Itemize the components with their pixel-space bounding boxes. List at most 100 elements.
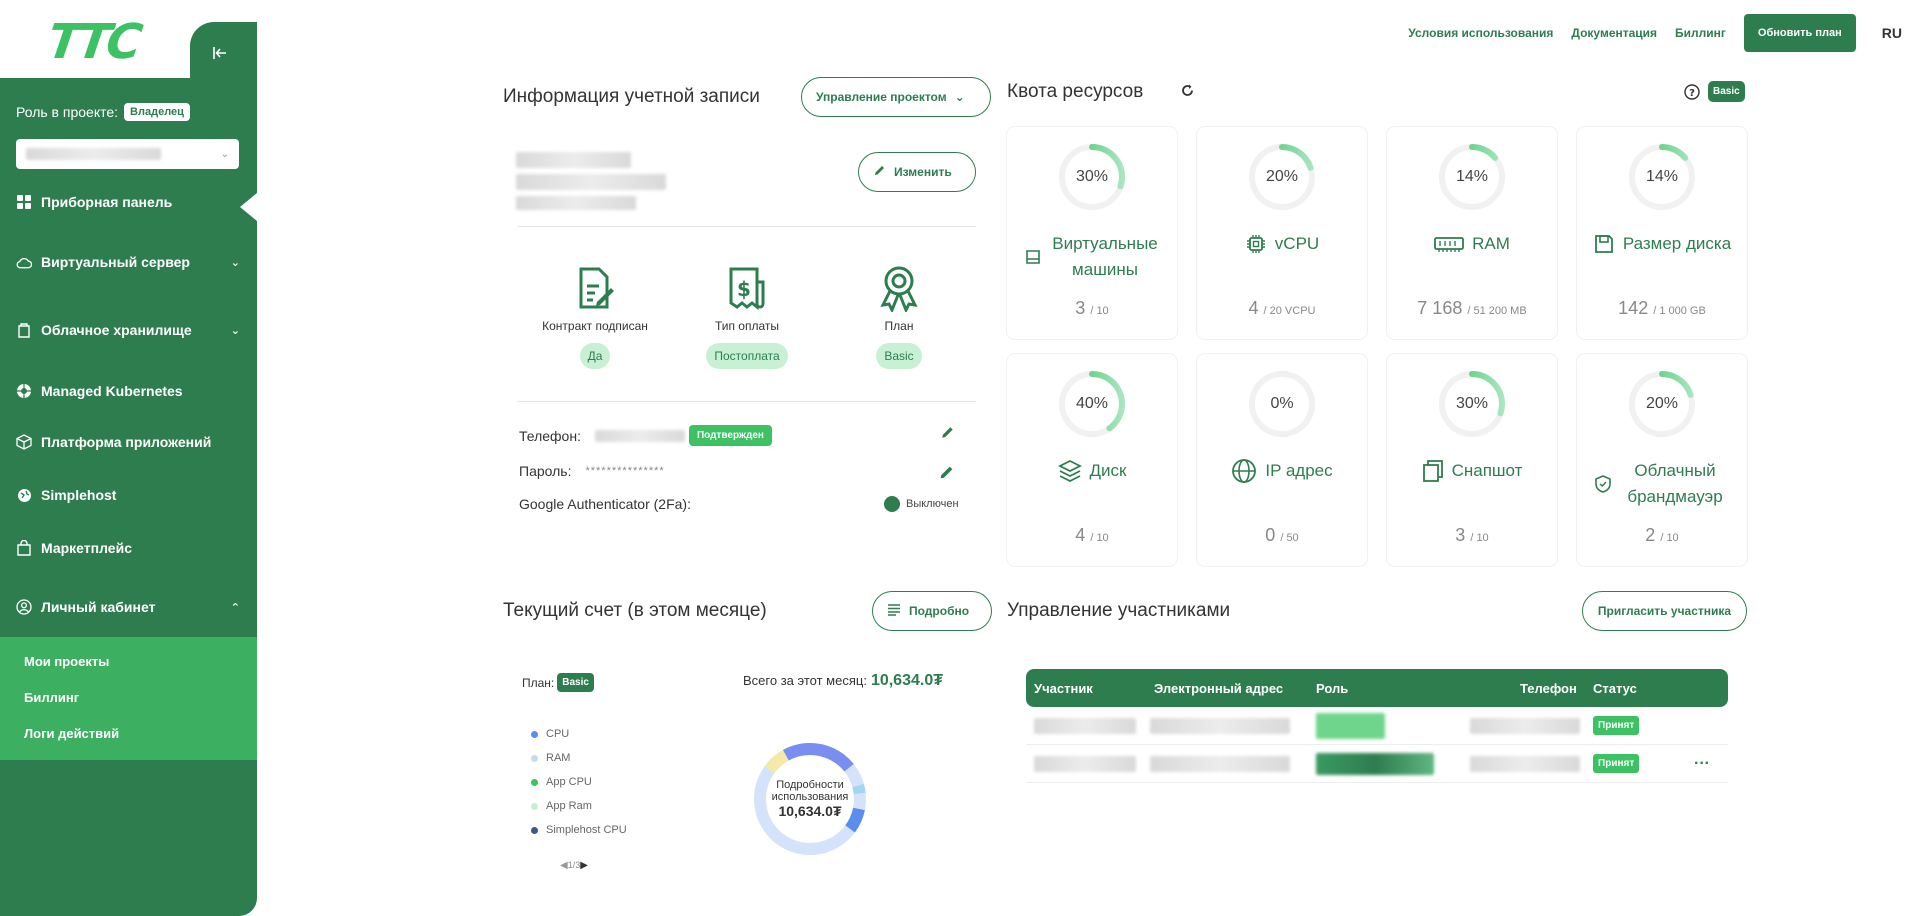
plan-value: Basic bbox=[876, 343, 922, 369]
table-row[interactable]: Принят ··· bbox=[1026, 745, 1728, 783]
sidebar-item-label: Виртуальный сервер bbox=[41, 254, 190, 270]
col-status[interactable]: Статус bbox=[1593, 681, 1637, 696]
quota-card: 30% Виртуальные машины 3 / 10 bbox=[1007, 127, 1177, 339]
email-redacted bbox=[1150, 717, 1290, 734]
chevron-up-icon: ⌃ bbox=[230, 601, 240, 614]
col-email[interactable]: Электронный адрес bbox=[1154, 681, 1283, 696]
quota-used: 0 bbox=[1265, 525, 1276, 545]
quota-count: 3 / 10 bbox=[1387, 525, 1557, 546]
sidebar-item-cloud-storage[interactable]: Облачное хранилище ⌄ bbox=[16, 322, 240, 338]
phone-verified-badge: Подтвержден bbox=[688, 425, 772, 446]
terms-link[interactable]: Условия использования bbox=[1408, 26, 1553, 40]
quota-name-label: Размер диска bbox=[1622, 234, 1732, 253]
sidebar-item-marketplace[interactable]: Маркетплейс bbox=[16, 540, 240, 556]
quota-count: 7 168 / 51 200 MB bbox=[1387, 298, 1557, 319]
sidebar-item-label: Личный кабинет bbox=[41, 599, 156, 615]
submenu-billing[interactable]: Биллинг bbox=[24, 690, 79, 705]
quota-total: / 10 bbox=[1470, 532, 1489, 544]
quota-percent: 14% bbox=[1645, 168, 1679, 185]
sidebar: TTC Роль в проекте: Владелец ⌄ Приборная… bbox=[0, 0, 257, 916]
twofa-toggle[interactable]: Выключен bbox=[884, 496, 959, 512]
legend-item[interactable]: Simplehost CPU bbox=[531, 818, 627, 842]
sidebar-item-personal-cabinet[interactable]: Личный кабинет ⌃ bbox=[16, 599, 240, 615]
sidebar-item-app-platform[interactable]: Платформа приложений bbox=[16, 434, 240, 450]
table-row[interactable]: Принят bbox=[1026, 707, 1728, 745]
status-badge: Принят bbox=[1593, 716, 1640, 735]
quota-title: Квота ресурсов bbox=[1007, 81, 1144, 102]
account-info-title: Информация учетной записи bbox=[503, 86, 760, 107]
quota-total: / 10 bbox=[1090, 532, 1109, 544]
submenu-my-projects[interactable]: Мои проекты bbox=[24, 654, 109, 669]
password-label: Пароль: bbox=[519, 463, 572, 479]
language-switcher[interactable]: RU bbox=[1882, 25, 1902, 41]
docs-link[interactable]: Документация bbox=[1571, 26, 1657, 40]
upgrade-plan-button[interactable]: Обновить план bbox=[1743, 14, 1856, 52]
col-phone[interactable]: Телефон bbox=[1520, 681, 1577, 696]
layers-icon bbox=[1057, 459, 1082, 483]
edit-phone-icon[interactable] bbox=[940, 425, 955, 445]
storage-icon bbox=[16, 322, 32, 338]
more-actions-icon[interactable]: ··· bbox=[1694, 755, 1710, 773]
help-icon[interactable]: ? bbox=[1684, 84, 1700, 105]
vm-icon bbox=[1024, 248, 1042, 266]
globe-icon bbox=[16, 487, 32, 503]
list-icon bbox=[887, 603, 901, 619]
invite-member-button[interactable]: Пригласить участника bbox=[1582, 591, 1747, 631]
bill-details-button[interactable]: Подробно bbox=[872, 591, 992, 631]
manage-project-button[interactable]: Управление проектом ⌄ bbox=[801, 77, 991, 117]
sidebar-item-kubernetes[interactable]: Managed Kubernetes bbox=[16, 383, 240, 399]
quota-name-label: IP адрес bbox=[1265, 461, 1333, 481]
legend-pager[interactable]: ◀1/3▶ bbox=[560, 860, 588, 871]
sidebar-item-dashboard[interactable]: Приборная панель bbox=[16, 194, 240, 210]
quota-card: 20% Облачный брандмауэр 2 / 10 bbox=[1577, 354, 1747, 566]
twofa-label: Google Authenticator (2Fa): bbox=[519, 496, 691, 512]
sidebar-item-virtual-server[interactable]: Виртуальный сервер ⌄ bbox=[16, 254, 240, 270]
billing-link[interactable]: Биллинг bbox=[1675, 26, 1726, 40]
sidebar-item-label: Платформа приложений bbox=[41, 434, 212, 450]
usage-donut-chart[interactable]: Подробности использования 10,634.0₮ bbox=[749, 738, 871, 860]
legend-label: App CPU bbox=[546, 776, 592, 788]
quota-total: / 50 bbox=[1280, 532, 1299, 544]
edit-password-icon[interactable] bbox=[938, 464, 955, 486]
legend-item[interactable]: App CPU bbox=[531, 770, 627, 794]
brand-logo[interactable]: TTC bbox=[44, 14, 142, 70]
quota-card: 20% vCPU 4 / 20 VCPU bbox=[1197, 127, 1367, 339]
bill-plan-label: План: bbox=[522, 675, 555, 690]
refresh-icon[interactable] bbox=[1180, 83, 1195, 103]
bill-total-label: Всего за этот месяц: bbox=[743, 673, 867, 688]
quota-name: RAM bbox=[1387, 231, 1557, 257]
col-role[interactable]: Роль bbox=[1316, 681, 1348, 696]
quota-percent: 30% bbox=[1075, 168, 1109, 185]
collapse-sidebar-icon[interactable] bbox=[212, 46, 228, 60]
legend-swatch bbox=[531, 778, 538, 786]
quota-name: vCPU bbox=[1197, 231, 1367, 257]
legend-item[interactable]: RAM bbox=[531, 746, 627, 770]
sidebar-item-simplehost[interactable]: Simplehost bbox=[16, 487, 240, 503]
quota-count: 4 / 20 VCPU bbox=[1197, 298, 1367, 319]
quota-percent: 20% bbox=[1265, 168, 1299, 185]
sidebar-item-label: Облачное хранилище bbox=[41, 322, 192, 338]
submenu-action-logs[interactable]: Логи действий bbox=[24, 726, 119, 741]
prev-arrow-icon[interactable]: ◀ bbox=[560, 860, 568, 871]
quota-name: Диск bbox=[1007, 458, 1177, 484]
phone-redacted bbox=[594, 429, 685, 442]
next-arrow-icon[interactable]: ▶ bbox=[580, 860, 588, 871]
disk-size-icon bbox=[1593, 233, 1615, 255]
quota-name-label: RAM bbox=[1472, 234, 1510, 253]
member-name-redacted bbox=[1034, 755, 1136, 772]
active-indicator bbox=[240, 193, 257, 221]
legend-item[interactable]: App Ram bbox=[531, 794, 627, 818]
legend-item[interactable]: CPU bbox=[531, 722, 627, 746]
phone-label: Телефон: bbox=[519, 427, 581, 444]
quota-used: 142 bbox=[1618, 298, 1649, 318]
bill-legend: CPU RAM App CPU App Ram Simplehost CPU bbox=[531, 722, 627, 842]
quota-card: 0% IP адрес 0 / 50 bbox=[1197, 354, 1367, 566]
edit-account-button[interactable]: Изменить bbox=[858, 152, 976, 192]
legend-label: App Ram bbox=[546, 800, 592, 812]
project-select[interactable]: ⌄ bbox=[16, 139, 239, 169]
quota-name-label: vCPU bbox=[1274, 234, 1320, 253]
current-bill-title: Текущий счет (в этом месяце) bbox=[503, 600, 767, 621]
svg-text:$: $ bbox=[737, 277, 751, 301]
cpu-icon bbox=[1245, 233, 1267, 255]
col-member[interactable]: Участник bbox=[1034, 681, 1093, 696]
